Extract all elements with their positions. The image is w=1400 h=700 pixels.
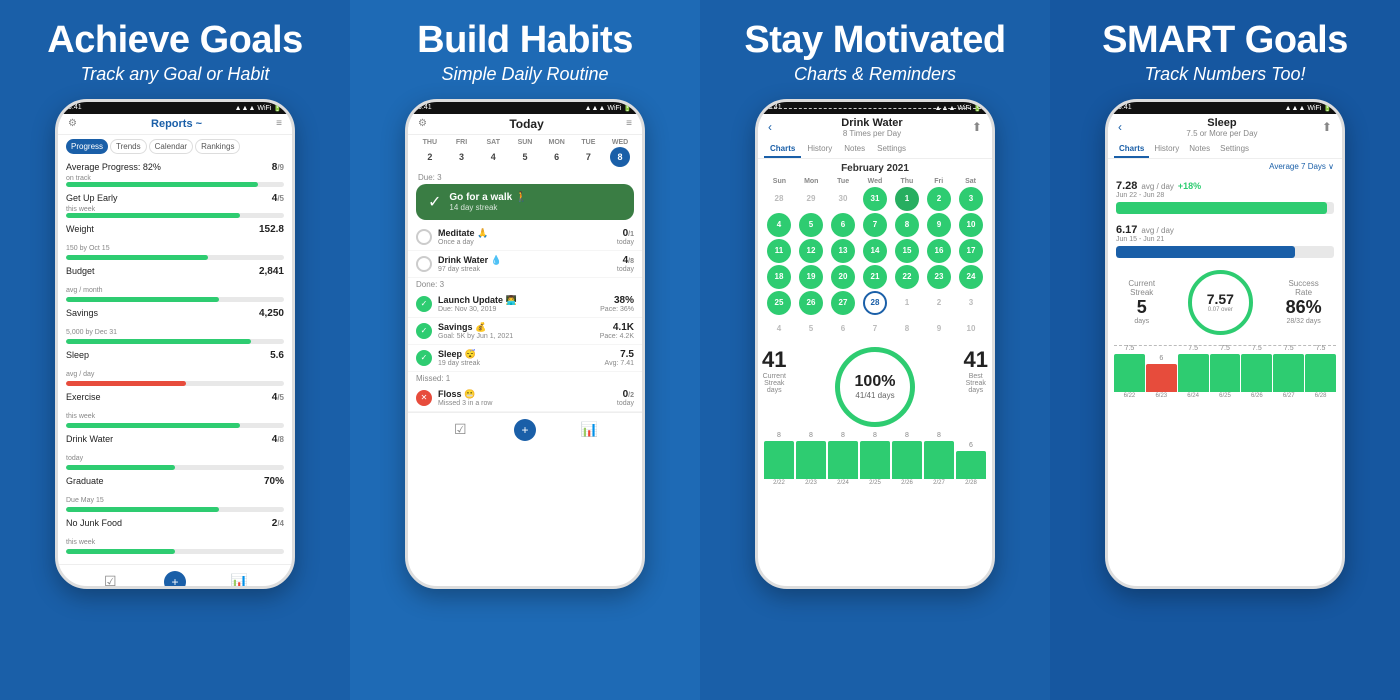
best-streak: 41 (964, 347, 988, 373)
sleep-tab-history[interactable]: History (1149, 141, 1184, 158)
checkbox-icon[interactable]: ☑ (99, 571, 121, 589)
add-button2[interactable]: + (514, 419, 536, 441)
chart-icon2[interactable]: 📊 (579, 419, 601, 441)
habit-savings: ✓ Savings 💰 Goal: 5K by Jun 1, 2021 4.1K… (408, 318, 642, 345)
day-strip: THU2 FRI3 SAT4 SUN5 MON6 TUE7 WED8 (408, 135, 642, 171)
cal-grid: SunMonTueWedThuFriSat 282930 31123 45678… (758, 178, 992, 341)
due-label: Due: 3 (408, 171, 642, 184)
chart-icon[interactable]: 📊 (229, 571, 251, 589)
sleep-tab-notes[interactable]: Notes (1184, 141, 1215, 158)
panel2-subtitle: Simple Daily Routine (417, 64, 633, 85)
phone3-tabs: Charts History Notes Settings (758, 141, 992, 159)
goal-budget: Budget 2,841 avg / month (66, 266, 284, 302)
habit-drink-water: Drink Water 💧 97 day streak 4/8 today (408, 251, 642, 278)
panel4-header: SMART Goals Track Numbers Too! (1102, 20, 1348, 85)
phone4-tabs: Charts History Notes Settings (1108, 141, 1342, 159)
add-button[interactable]: + (164, 571, 186, 589)
panel-build-habits: Build Habits Simple Daily Routine 9:41 ▲… (350, 0, 700, 700)
cal-month: February 2021 (758, 159, 992, 178)
goal-graduate: Graduate 70% Due May 15 (66, 476, 284, 512)
phone2: 9:41 ▲▲▲ WiFi 🔋 ⚙ Today ≡ THU2 FRI3 SAT4… (405, 99, 645, 589)
walk-item: ✓ Go for a walk 🚶 14 day streak (416, 184, 634, 220)
tab-settings[interactable]: Settings (871, 141, 912, 158)
phone3-bar-chart: 82/22 82/23 82/24 82/25 82/26 82/27 62/2… (758, 433, 992, 488)
phone2-toolbar-bottom: ☑ + 📊 (408, 412, 642, 447)
phone1-tabs: Progress Trends Calendar Rankings (58, 135, 292, 158)
phone4-bar-chart: 7.56/22 66/23 7.56/24 7.56/25 7.56/26 7.… (1108, 341, 1342, 401)
habit-launch-update: ✓ Launch Update 👨‍💻 Due: Nov 30, 2019 38… (408, 291, 642, 318)
tab-history[interactable]: History (801, 141, 838, 158)
panel1-subtitle: Track any Goal or Habit (47, 64, 302, 85)
goal-weight: Weight 152.8 150 by Oct 15 (66, 224, 284, 260)
avg-label: Average 7 Days ∨ (1108, 159, 1342, 174)
checkbox-icon2[interactable]: ☑ (449, 419, 471, 441)
panel2-header: Build Habits Simple Daily Routine (417, 20, 633, 85)
sleep-avg-circle: 7.57 0.07 over (1188, 270, 1253, 335)
panel-achieve-goals: Achieve Goals Track any Goal or Habit 9:… (0, 0, 350, 700)
goal-exercise: Exercise 4/5 this week (66, 392, 284, 428)
goal-drink-water: Drink Water 4/8 today (66, 434, 284, 470)
phone2-today: Today (509, 117, 543, 131)
done-label: Done: 3 (408, 278, 642, 291)
phone1-title: Reports ~ (151, 118, 202, 130)
panel2-title: Build Habits (417, 20, 633, 62)
goal-list: Average Progress: 82% 8/9 on track Get U… (58, 158, 292, 564)
panel4-subtitle: Track Numbers Too! (1102, 64, 1348, 85)
panel-smart-goals: SMART Goals Track Numbers Too! 9:41 ▲▲▲ … (1050, 0, 1400, 700)
phone3-goal-name: Drink Water (841, 117, 902, 129)
sleep-stat-week1: 7.28 avg / day +18% Jun 22 - Jun 28 (1116, 176, 1334, 218)
phone3-stats: 41 CurrentStreakdays 100% 41/41 days 41 … (758, 341, 992, 433)
panel1-header: Achieve Goals Track any Goal or Habit (47, 20, 302, 85)
habit-meditate: Meditate 🙏 Once a day 0/1 today (408, 224, 642, 251)
tab-progress[interactable]: Progress (66, 139, 108, 154)
phone4-goal-sub: 7.5 or More per Day (1186, 129, 1257, 138)
sleep-current-streak: 5 (1128, 297, 1155, 318)
goal-no-junk-food: No Junk Food 2/4 this week (66, 518, 284, 554)
sleep-tab-charts[interactable]: Charts (1114, 141, 1149, 158)
habit-sleep: ✓ Sleep 😴 19 day streak 7.5 Avg: 7.41 (408, 345, 642, 372)
tab-notes[interactable]: Notes (838, 141, 871, 158)
goal-sleep: Sleep 5.6 avg / day (66, 350, 284, 386)
sleep-stat-week2: 6.17 avg / day Jun 15 - Jun 21 (1116, 220, 1334, 262)
panel3-subtitle: Charts & Reminders (744, 64, 1005, 85)
phone3: 9:41 ▲▲▲ WiFi 🔋 ‹ Drink Water 8 Times pe… (755, 99, 995, 589)
panel3-header: Stay Motivated Charts & Reminders (744, 20, 1005, 85)
panel-stay-motivated: Stay Motivated Charts & Reminders 9:41 ▲… (700, 0, 1050, 700)
tab-trends[interactable]: Trends (110, 139, 147, 154)
panel4-title: SMART Goals (1102, 20, 1348, 62)
sleep-tab-settings[interactable]: Settings (1215, 141, 1254, 158)
tab-calendar[interactable]: Calendar (149, 139, 193, 154)
current-streak: 41 (762, 347, 786, 373)
missed-label: Missed: 1 (408, 372, 642, 385)
goal-met-circle: 100% 41/41 days (835, 347, 915, 427)
phone3-goal-sub: 8 Times per Day (841, 129, 902, 138)
panel3-title: Stay Motivated (744, 20, 1005, 62)
phone4-goal-name: Sleep (1186, 117, 1257, 129)
goal-get-up-early: Get Up Early 4/5 this week (66, 193, 284, 218)
panel1-title: Achieve Goals (47, 20, 302, 62)
phone1: 9:41 ▲▲▲ WiFi 🔋 ⚙ Reports ~ ≡ Progress T… (55, 99, 295, 589)
phone4-bottom-stats: CurrentStreak 5 days 7.57 0.07 over Succ… (1108, 264, 1342, 341)
tab-rankings[interactable]: Rankings (195, 139, 240, 154)
goal-avg-progress: Average Progress: 82% 8/9 on track (66, 162, 284, 187)
habit-floss: ✕ Floss 😬 Missed 3 in a row 0/2 today (408, 385, 642, 412)
tab-charts[interactable]: Charts (764, 141, 801, 158)
goal-savings: Savings 4,250 5,000 by Dec 31 (66, 308, 284, 344)
phone1-toolbar-bottom: ☑ + 📊 (58, 564, 292, 589)
phone4: 9:41 ▲▲▲ WiFi 🔋 ‹ Sleep 7.5 or More per … (1105, 99, 1345, 589)
sleep-success-rate: 86% (1286, 297, 1322, 318)
